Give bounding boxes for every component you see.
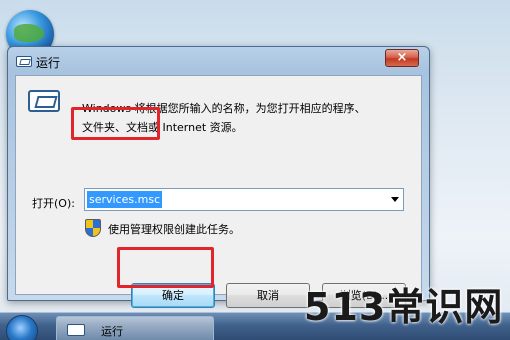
- run-app-icon: [67, 324, 85, 336]
- open-combobox[interactable]: services.msc: [84, 188, 404, 211]
- run-program-icon: [28, 90, 60, 112]
- admin-privilege-note: 使用管理权限创建此任务。: [108, 223, 240, 236]
- cancel-button[interactable]: 取消: [226, 283, 310, 308]
- open-label: 打开(O):: [32, 197, 75, 210]
- input-highlight-box: [71, 107, 160, 140]
- taskbar-item-run[interactable]: 运行: [56, 316, 214, 340]
- run-app-icon: [16, 56, 32, 67]
- dropdown-arrow-icon[interactable]: [391, 197, 399, 202]
- open-input-value[interactable]: services.msc: [87, 191, 163, 208]
- site-watermark: 513常识网: [304, 285, 504, 329]
- title-bar[interactable]: 运行 ×: [8, 47, 429, 75]
- run-dialog-window: 运行 × Windows 将根据您所输入的名称，为您打开相应的程序、 文件夹、文…: [7, 46, 430, 308]
- start-orb-icon[interactable]: [6, 315, 38, 340]
- taskbar-item-label: 运行: [101, 325, 123, 338]
- ok-highlight-box: [117, 247, 214, 288]
- uac-shield-icon: [85, 219, 101, 237]
- close-button[interactable]: ×: [385, 49, 419, 67]
- window-title: 运行: [36, 56, 61, 70]
